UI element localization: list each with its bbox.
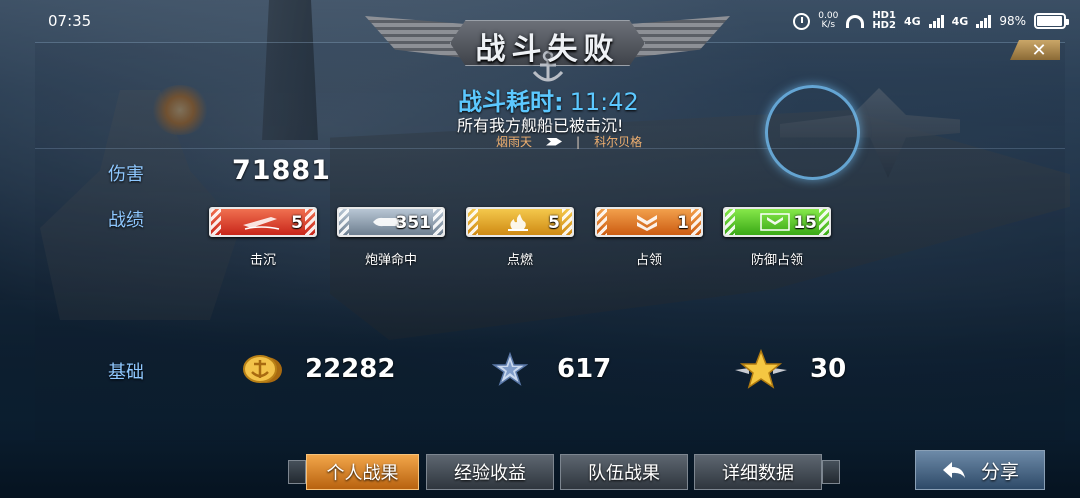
sim2-type: 4G [951, 14, 969, 28]
tab-personal-results[interactable]: 个人战果 [306, 454, 419, 490]
status-time: 07:35 [48, 12, 92, 30]
share-arrow-icon [942, 462, 965, 478]
experience-star-icon [492, 352, 528, 386]
last-kill-line: 烟雨天 | 科尔贝格 [496, 133, 642, 150]
badge-count: 5 [548, 213, 560, 233]
tab-deco-left [288, 460, 306, 484]
damage-label: 伤害 [108, 164, 144, 185]
tab-experience-gain[interactable]: 经验收益 [426, 454, 554, 490]
experience-value: 617 [557, 354, 612, 384]
damage-value: 71881 [232, 155, 331, 186]
badge-caption-capture: 占领 [635, 253, 662, 268]
gold-coin-icon [243, 355, 282, 383]
fire-icon [508, 214, 528, 231]
chevron-rank-icon [637, 215, 657, 231]
sinking-ship-icon [243, 217, 280, 230]
tab-detailed-data[interactable]: 详细数据 [694, 454, 822, 490]
rank-points-value: 30 [810, 354, 847, 384]
victim-name: 科尔贝格 [594, 135, 643, 149]
badge-defend-capture: 15 [723, 207, 831, 237]
signal-2-icon [976, 14, 992, 28]
target-reticle [765, 85, 860, 180]
battery-percent: 98% [999, 14, 1026, 28]
tab-label: 个人战果 [326, 463, 399, 484]
badge-sink: 5 [209, 207, 317, 237]
close-icon: ✕ [1031, 39, 1047, 61]
alarm-clock-icon [793, 12, 811, 30]
tab-deco-right [822, 460, 840, 484]
badge-caption-sink: 击沉 [249, 253, 276, 268]
badge-capture: 1 [595, 207, 703, 237]
signal-1-icon [928, 14, 944, 28]
badge-shell-hits: 351 [337, 207, 445, 237]
tab-label: 经验收益 [454, 463, 526, 484]
badge-count: 15 [793, 213, 817, 233]
kill-separator: | [576, 134, 581, 149]
base-label: 基础 [108, 362, 144, 383]
badge-count: 5 [291, 213, 303, 233]
title-banner: 战斗失败 [365, 6, 730, 82]
badge-count: 351 [395, 213, 432, 233]
battery-fill [1037, 16, 1063, 26]
battery-icon [1034, 13, 1069, 29]
badge-ignite: 5 [466, 207, 574, 237]
share-label: 分享 [980, 460, 1019, 483]
badge-caption-defend-capture: 防御占领 [750, 253, 803, 268]
net-speed-unit: K/s [821, 20, 836, 30]
wifi-icon [846, 14, 865, 28]
sim1-type: 4G [903, 14, 921, 28]
tab-label: 队伍战果 [588, 463, 660, 484]
hd2-label: HD2 [872, 20, 896, 31]
tab-label: 详细数据 [722, 463, 794, 484]
badge-caption-shell-hits: 炮弹命中 [364, 253, 417, 268]
hd-indicator: HD1 HD2 [872, 11, 896, 31]
badge-caption-ignite: 点燃 [506, 253, 533, 268]
page-title: 战斗失败 [475, 32, 620, 67]
record-label: 战绩 [108, 210, 144, 231]
tab-team-results[interactable]: 队伍战果 [560, 454, 688, 490]
share-button[interactable]: 分享 [915, 450, 1045, 490]
defend-capture-icon [760, 213, 790, 231]
coins-value: 22282 [305, 354, 396, 384]
net-speed: 0.00 K/s [818, 12, 838, 30]
kill-arrow-icon [546, 137, 563, 146]
rank-star-icon [735, 348, 787, 389]
badge-count: 1 [677, 213, 689, 233]
killer-name: 烟雨天 [496, 135, 533, 149]
status-icons: 0.00 K/s HD1 HD2 4G 4G 98% [793, 8, 1069, 34]
